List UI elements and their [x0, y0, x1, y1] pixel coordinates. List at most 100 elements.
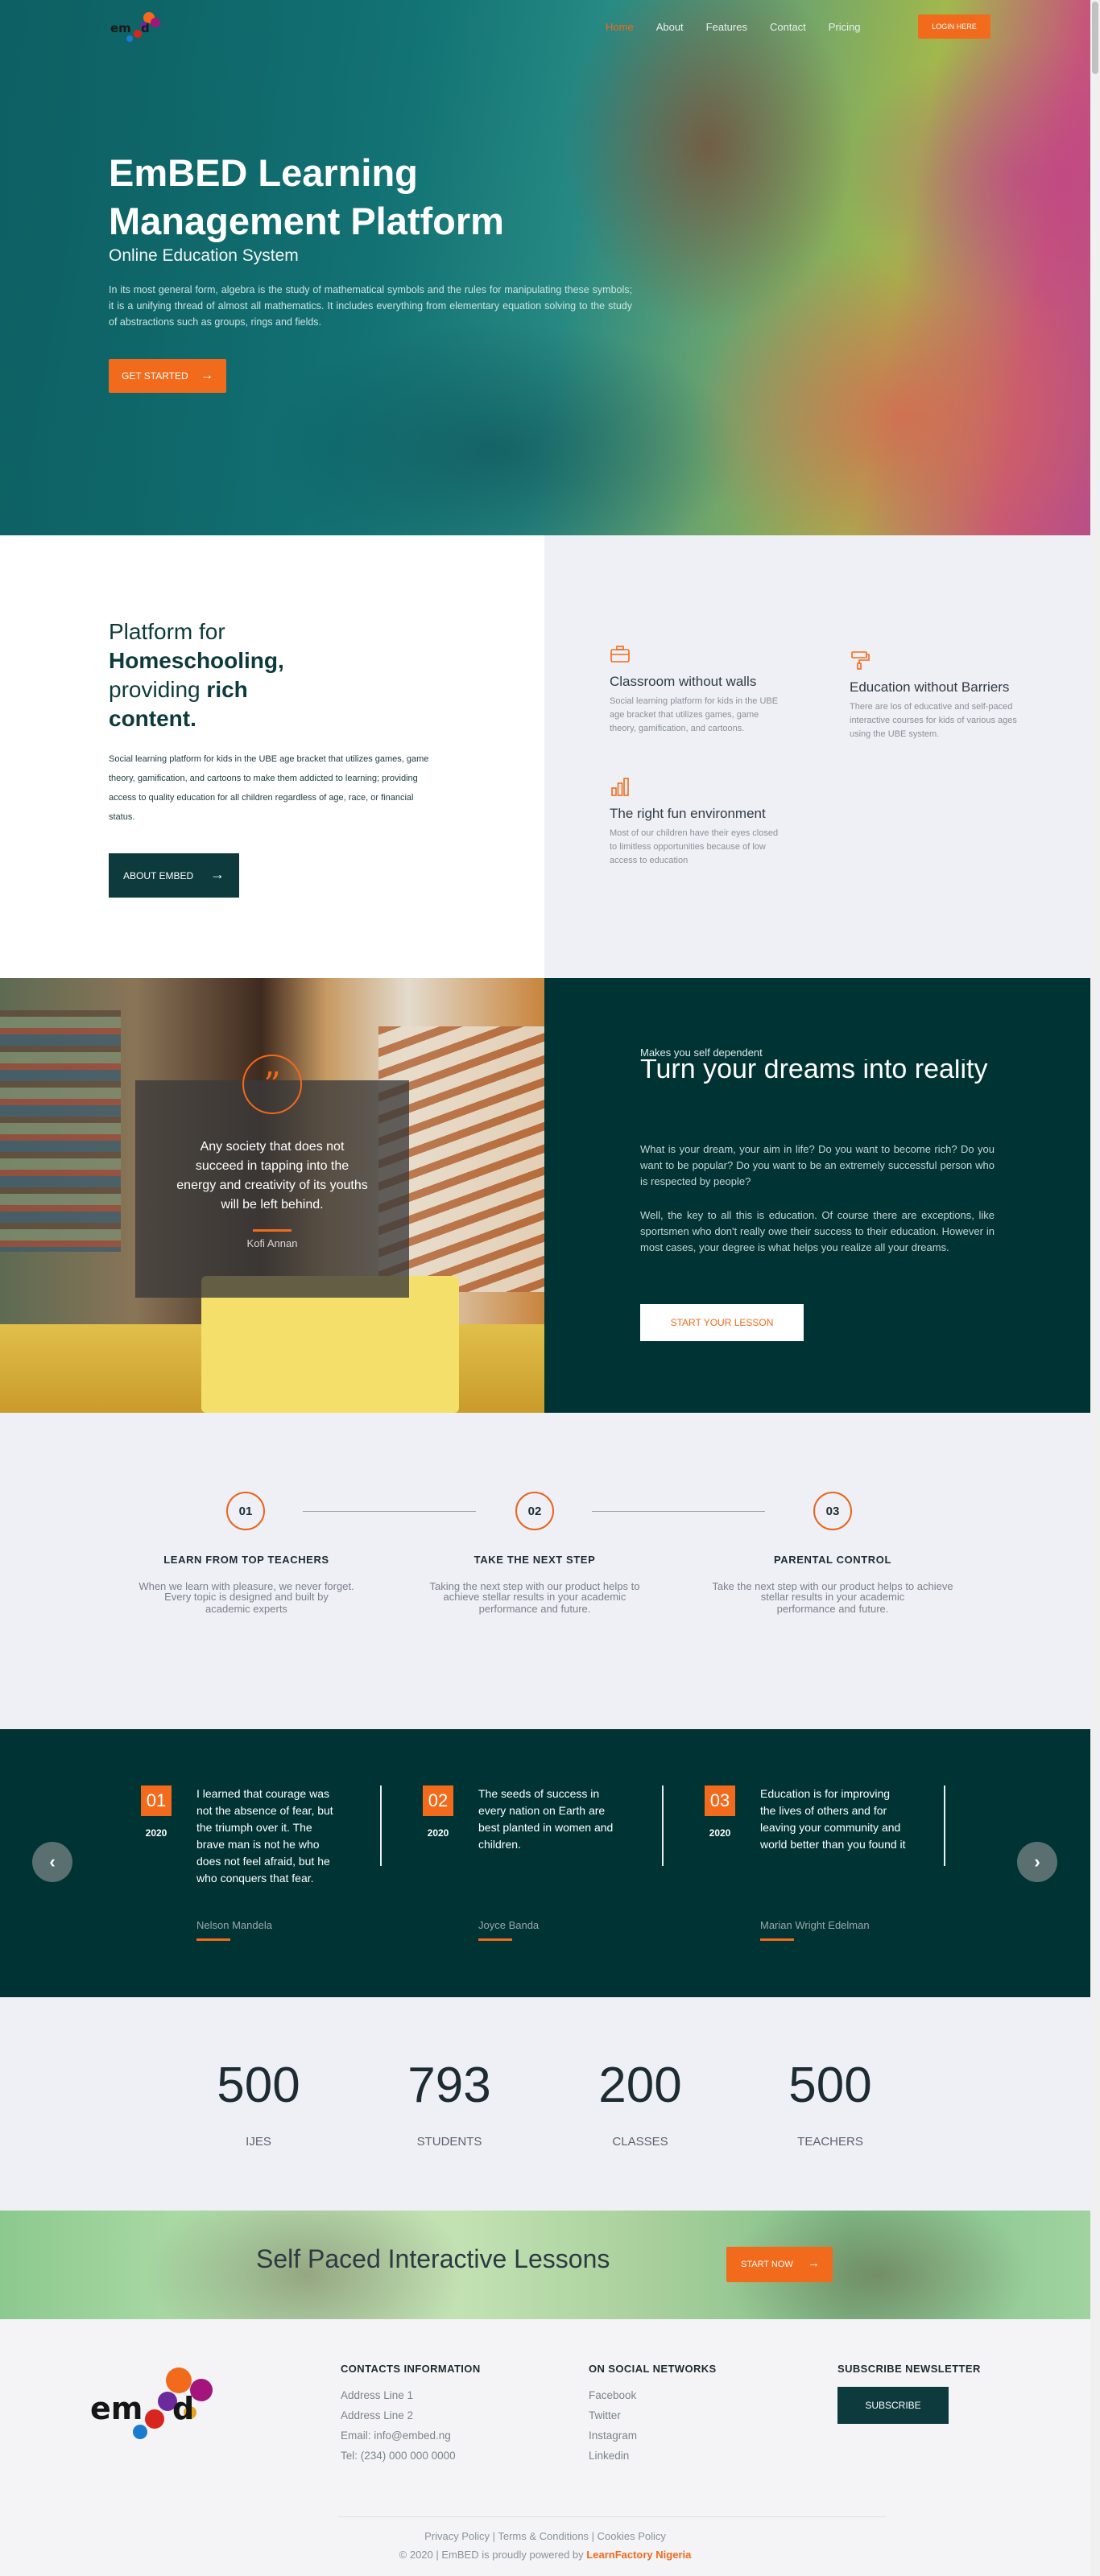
count-label-ijes: IJES: [246, 2135, 271, 2149]
svg-text:d: d: [141, 21, 150, 35]
page-scrollbar[interactable]: [1090, 0, 1100, 2576]
nav-about[interactable]: About: [656, 21, 684, 33]
feature-classroom: Classroom without walls Social learning …: [610, 644, 795, 736]
scrollbar-thumb[interactable]: [1092, 2, 1098, 74]
social-heading: ON SOCIAL NETWORKS: [589, 2363, 717, 2375]
start-now-button[interactable]: START NOW →: [726, 2247, 833, 2282]
briefcase-icon: [610, 646, 630, 663]
platform-title-line-3: providing: [109, 677, 201, 702]
nav-links: Home About Features Contact Pricing: [606, 21, 883, 33]
platform-title-line-4: content.: [109, 706, 196, 731]
step-text-1-end: academic experts: [205, 1604, 287, 1615]
svg-text:em: em: [90, 2391, 143, 2426]
login-button[interactable]: LOGIN HERE: [918, 14, 990, 39]
testimonial-text: The seeds of success in every nation on …: [478, 1787, 614, 1851]
social-facebook-link[interactable]: Facebook: [589, 2389, 636, 2401]
contact-email[interactable]: Email: info@embed.ng: [341, 2429, 451, 2442]
start-lesson-button[interactable]: START YOUR LESSON: [640, 1304, 804, 1341]
carousel-next-button[interactable]: ›: [1017, 1842, 1057, 1882]
feature-title: Education without Barriers: [850, 679, 1010, 695]
testimonial-text: I learned that courage was not the absen…: [196, 1787, 333, 1885]
platform-features-panel: [544, 535, 1090, 978]
dreams-title-text: Turn your dreams into reality: [640, 1059, 988, 1084]
count-value-ijes: 500: [217, 2058, 300, 2113]
copyright: © 2020 | EmBED is proudly powered by Lea…: [0, 2549, 1090, 2561]
count-label-classes: CLASSES: [612, 2135, 668, 2149]
testimonials-section: [0, 1729, 1090, 1997]
feature-title: Classroom without walls: [610, 674, 757, 689]
bar-chart-icon: [611, 778, 629, 796]
about-embed-label: ABOUT EMBED: [123, 869, 194, 881]
feature-environment: The right fun environment Most of our ch…: [610, 776, 795, 868]
svg-text:em: em: [110, 21, 131, 35]
step-number-3: 03: [813, 1492, 852, 1530]
testimonial-year: 2020: [427, 1827, 449, 1839]
nav-home[interactable]: Home: [606, 21, 634, 33]
steps-section: [0, 1413, 1090, 1729]
step-title-3: PARENTAL CONTROL: [773, 1554, 892, 1566]
hero-subtitle: Online Education System: [109, 246, 299, 265]
testimonial-number: 01: [141, 1785, 172, 1816]
get-started-button[interactable]: GET STARTED →: [109, 359, 226, 393]
powered-by-link[interactable]: LearnFactory Nigeria: [586, 2549, 691, 2561]
testimonial-author: Nelson Mandela: [196, 1919, 272, 1931]
step-number-2: 02: [515, 1492, 554, 1530]
contact-phone[interactable]: Tel: (234) 000 000 0000: [341, 2450, 456, 2462]
dreams-title: Turn your dreams into reality: [640, 1059, 995, 1127]
banner-title: Self Paced Interactive Lessons: [256, 2244, 610, 2273]
testimonial-text: Education is for improving the lives of …: [760, 1787, 906, 1851]
arrow-right-icon: →: [808, 2256, 820, 2270]
social-linkedin-link[interactable]: Linkedin: [589, 2450, 629, 2462]
bookshelf-decor: [0, 1010, 121, 1252]
testimonial-year: 2020: [145, 1827, 167, 1839]
count-value-teachers: 500: [788, 2058, 872, 2113]
hero-section: [0, 0, 1090, 535]
author-underline: [760, 1938, 794, 1941]
feature-title: The right fun environment: [610, 806, 766, 821]
contact-address-1: Address Line 1: [341, 2389, 414, 2401]
chevron-left-icon: ‹: [49, 1852, 56, 1872]
step-connector: [592, 1511, 765, 1512]
dreams-paragraph-1: What is your dream, your aim in life? Do…: [640, 1143, 995, 1187]
dreams-paragraph-2: Well, the key to all this is education. …: [640, 1209, 995, 1253]
step-connector: [303, 1511, 476, 1512]
count-value-students: 793: [407, 2058, 491, 2113]
paint-roller-icon: [851, 651, 870, 670]
step-text-2-end: performance and future.: [478, 1604, 591, 1615]
chevron-right-icon: ›: [1034, 1852, 1040, 1872]
platform-description: Social learning platform for kids in the…: [109, 754, 429, 822]
arrow-right-icon: →: [201, 369, 213, 382]
count-label-students: STUDENTS: [416, 2135, 482, 2149]
author-underline: [196, 1938, 230, 1941]
step-text-3-end: performance and future.: [776, 1604, 889, 1615]
social-instagram-link[interactable]: Instagram: [589, 2429, 637, 2442]
policy-links[interactable]: Privacy Policy | Terms & Conditions | Co…: [0, 2530, 1090, 2542]
start-now-label: START NOW: [741, 2260, 793, 2269]
top-navbar: em d Home About Features Contact Pricing…: [0, 0, 1090, 55]
count-label-teachers: TEACHERS: [797, 2135, 863, 2149]
quote-divider: [253, 1229, 292, 1232]
nav-features[interactable]: Features: [706, 21, 747, 33]
feature-text: Most of our children have their eyes clo…: [610, 828, 779, 865]
get-started-label: GET STARTED: [122, 370, 188, 382]
step-text-line: When we learn with pleasure, we never fo…: [139, 1581, 354, 1603]
nav-contact[interactable]: Contact: [770, 21, 806, 33]
embed-logo-small[interactable]: em d: [109, 10, 168, 45]
counts-section: [0, 1997, 1090, 2211]
carousel-prev-button[interactable]: ‹: [32, 1842, 72, 1882]
embed-logo[interactable]: em d: [90, 2363, 232, 2450]
testimonial-divider: [380, 1785, 382, 1866]
step-title-1: LEARN FROM TOP TEACHERS: [163, 1554, 329, 1566]
testimonial-year: 2020: [709, 1827, 731, 1839]
social-twitter-link[interactable]: Twitter: [589, 2409, 621, 2421]
newsletter-heading: SUBSCRIBE NEWSLETTER: [837, 2363, 981, 2375]
feature-text: There are los of educative and self-pace…: [850, 702, 1017, 739]
step-number-1: 01: [226, 1492, 265, 1530]
about-embed-button[interactable]: ABOUT EMBED →: [109, 853, 239, 898]
feature-barriers: Education without Barriers There are los…: [850, 650, 1035, 741]
subscribe-button[interactable]: SUBSCRIBE: [837, 2387, 949, 2424]
nav-pricing[interactable]: Pricing: [829, 21, 861, 33]
contacts-heading: CONTACTS INFORMATION: [341, 2363, 481, 2375]
platform-title-line-3-bold: rich: [206, 677, 248, 702]
hero-description: In its most general form, algebra is the…: [109, 284, 632, 328]
